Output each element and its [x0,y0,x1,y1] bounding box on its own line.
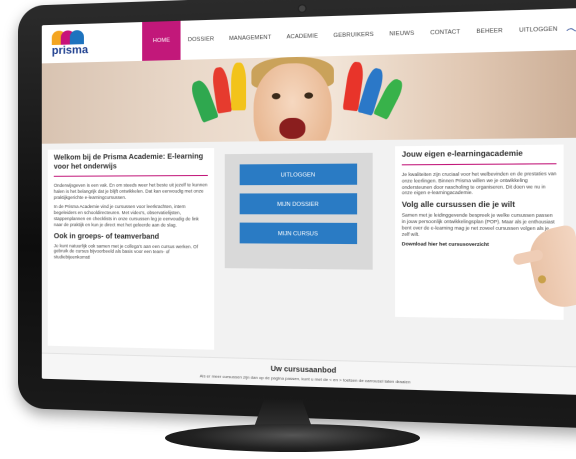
monitor-frame: prisma HOME DOSSIER MANAGEMENT ACADEMIE … [18,0,576,430]
prisma-logo-icon [51,29,92,46]
course-offer-section: Uw cursusaanbod Als er meer cursussen zi… [41,352,576,396]
courses-heading: Volg alle cursussen die je wilt [401,201,515,210]
nav-item-contact[interactable]: CONTACT [422,12,468,54]
signature-icon [566,25,576,34]
action-panel: UITLOGGEN MIJN DOSSIER MIJN CURSUS [224,152,373,270]
my-course-button[interactable]: MIJN CURSUS [239,222,358,245]
nav-item-management[interactable]: MANAGEMENT [222,18,279,59]
nav-item-uitloggen[interactable]: UITLOGGEN [511,9,566,52]
nav-item-gebruikers[interactable]: GEBRUIKERS [326,14,382,56]
nav-item-dossier[interactable]: DOSSIER [181,20,222,60]
logout-button[interactable]: UITLOGGEN [239,163,358,186]
nav-item-beheer[interactable]: BEHEER [468,10,511,52]
welcome-panel: Welkom bij de Prisma Academie: E-learnin… [47,148,215,350]
nav-item-academie[interactable]: ACADEMIE [279,16,326,57]
my-dossier-button[interactable]: MIJN DOSSIER [239,193,358,215]
logo[interactable]: prisma [51,29,104,58]
logo-text: prisma [51,44,89,58]
group-heading: Ook in groeps- of teamverband [53,232,160,241]
welcome-paragraph-2: In de Prisma Academie vind je cursussen … [53,204,199,228]
nav-item-nieuws[interactable]: NIEUWS [382,13,423,55]
academy-title: Jouw eigen e-learningacademie [401,148,557,166]
webcam-icon [298,5,306,12]
screen: prisma HOME DOSSIER MANAGEMENT ACADEMIE … [41,7,576,396]
academy-paragraph-1: Je kwaliteiten zijn cruciaal voor het we… [401,170,557,196]
welcome-paragraph-3: Je kunt natuurlijk ook samen met je coll… [53,242,199,260]
nav-item-home[interactable]: HOME [142,20,181,61]
welcome-paragraph-1: Onderwijsgeven is een vak. En om steeds … [53,182,208,200]
monitor-stand-base [165,424,420,452]
academy-paragraph-2: Samen met je leidinggevende bespreek je … [401,212,555,237]
hero-banner-image [41,49,576,144]
welcome-title: Welkom bij de Prisma Academie: E-learnin… [53,152,208,177]
